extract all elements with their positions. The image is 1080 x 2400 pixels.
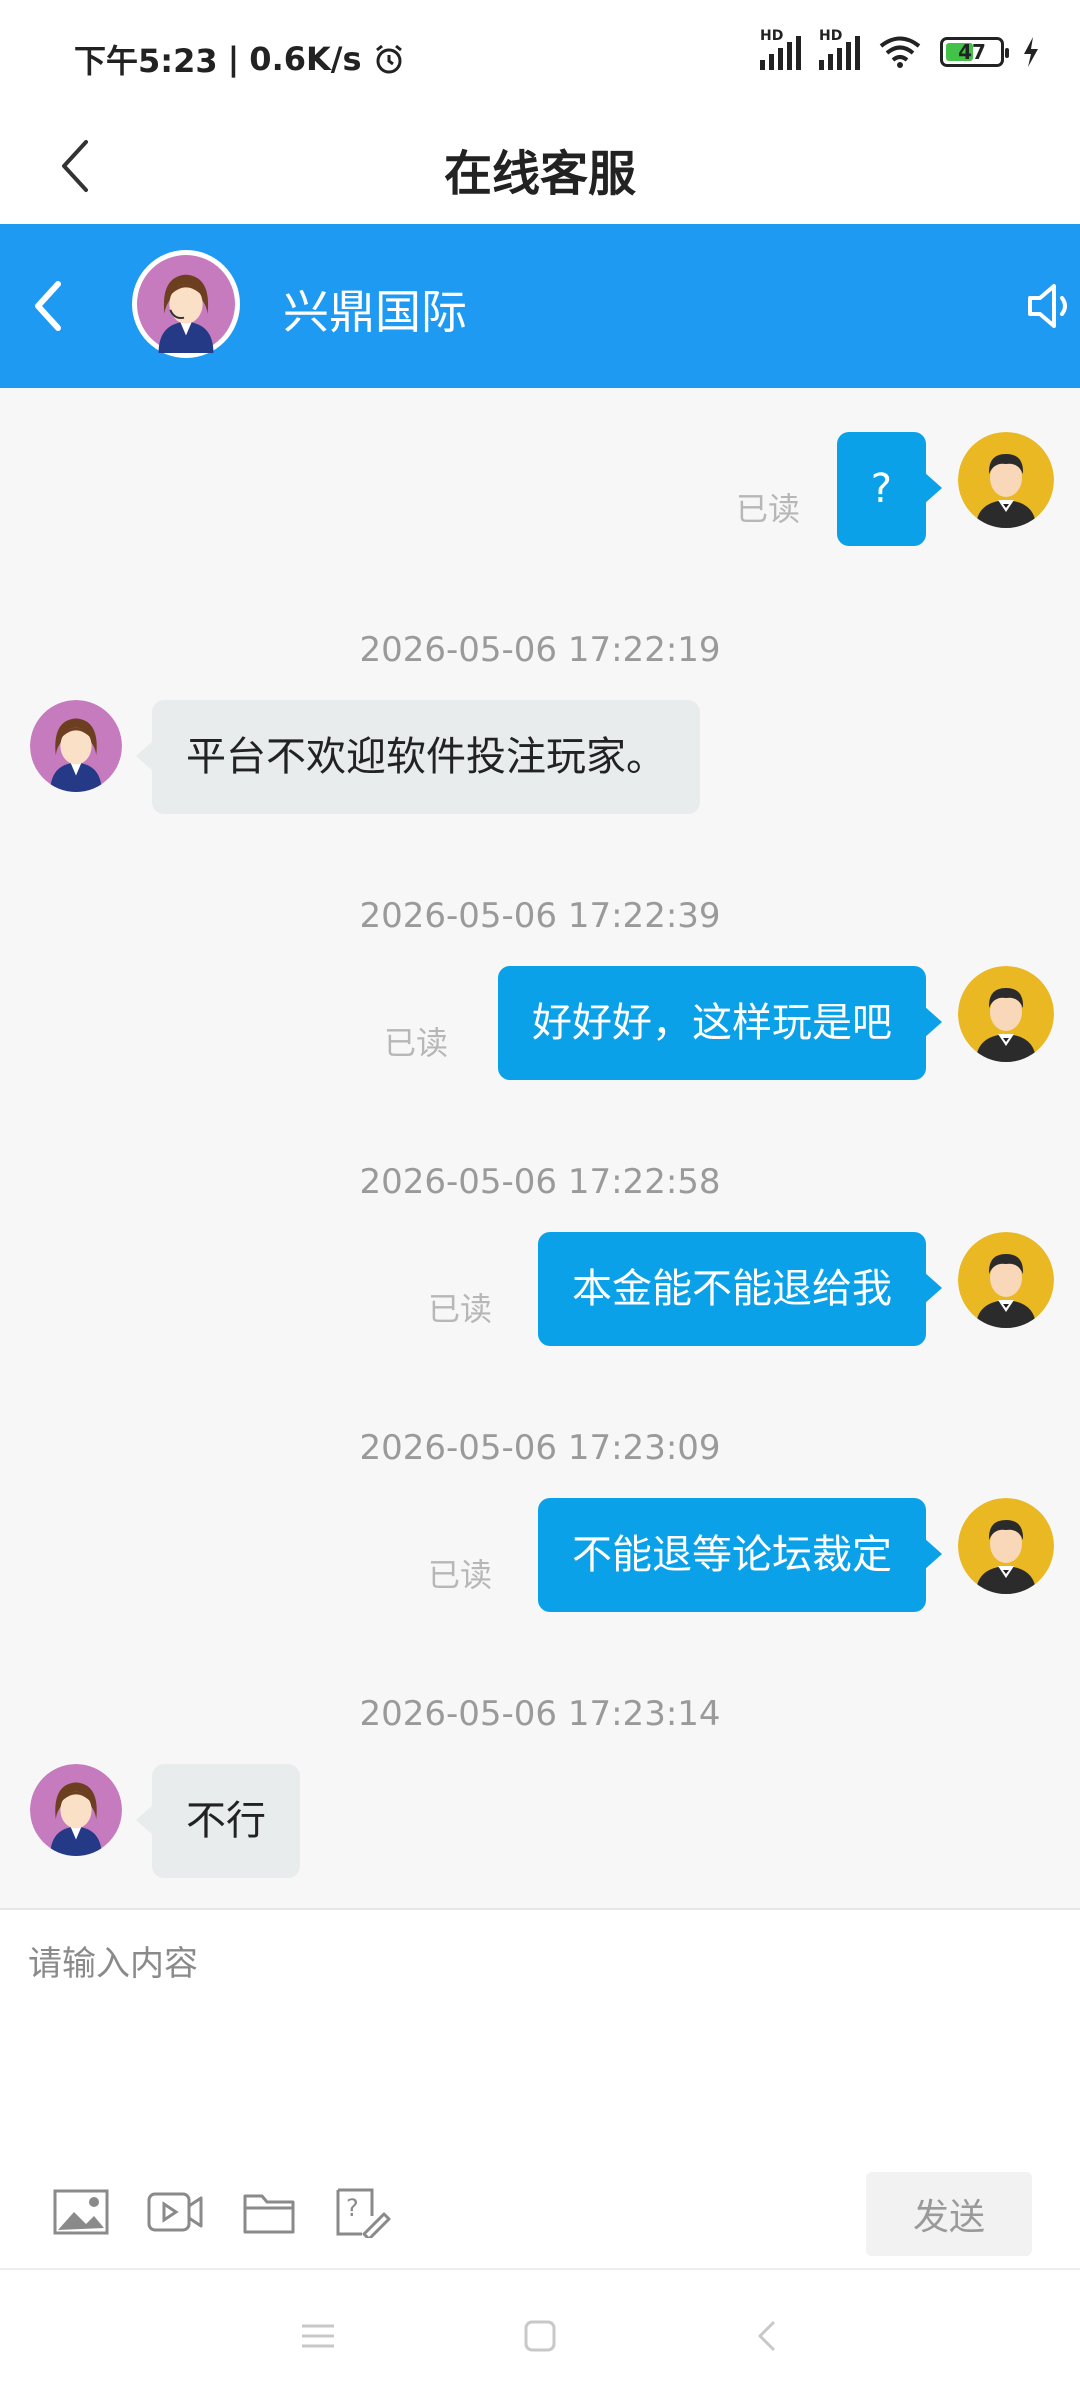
- message-timestamp: 2026-05-06 17:23:09: [359, 1428, 721, 1468]
- message-bubble-outgoing[interactable]: 不能退等论坛裁定: [538, 1498, 942, 1612]
- user-avatar: [958, 1232, 1054, 1328]
- signal-icon-2: HD: [819, 28, 860, 70]
- contact-name: 兴鼎国际: [283, 285, 467, 339]
- status-right: HD HD 47: [760, 28, 1040, 70]
- message-bubble-outgoing[interactable]: 本金能不能退给我: [538, 1232, 942, 1346]
- message-bubble-outgoing[interactable]: ?: [836, 432, 943, 546]
- user-avatar: [958, 1498, 1054, 1594]
- message-timestamp: 2026-05-06 17:22:39: [359, 896, 721, 936]
- battery-icon: 47: [940, 37, 1009, 67]
- title-bar: 在线客服: [0, 110, 1080, 224]
- message-bubble-incoming[interactable]: 不行: [136, 1764, 300, 1878]
- read-status: 已读: [736, 490, 801, 528]
- message-timestamp: 2026-05-06 17:22:04: [0, 388, 1080, 396]
- charging-icon: [1024, 37, 1038, 67]
- status-time: 下午5:23: [74, 42, 218, 80]
- image-icon[interactable]: [52, 2186, 110, 2238]
- status-bar: 下午5:23 | 0.6K/s HD HD 47: [0, 0, 1080, 110]
- back-nav-icon[interactable]: [746, 2314, 790, 2358]
- user-avatar: [958, 966, 1054, 1062]
- read-status: 已读: [428, 1556, 493, 1594]
- alarm-icon: [375, 44, 402, 74]
- chat-area[interactable]: 2026-05-06 17:22:04 已读 ? 2026-05-06 17:2…: [0, 388, 1080, 1908]
- read-status: 已读: [428, 1290, 493, 1328]
- contact-avatar: [132, 250, 240, 358]
- folder-icon[interactable]: [240, 2186, 298, 2238]
- chat-back-icon[interactable]: [26, 274, 76, 338]
- hd-label: HD: [760, 28, 784, 44]
- user-avatar: [958, 432, 1054, 528]
- message-bubble-incoming[interactable]: 平台不欢迎软件投注玩家。: [136, 700, 700, 814]
- agent-avatar: [30, 700, 122, 792]
- message-input[interactable]: 请输入内容: [28, 1936, 198, 1985]
- system-nav-bar: [0, 2268, 1080, 2400]
- chat-header: 兴鼎国际: [0, 224, 1080, 388]
- message-timestamp: 2026-05-06 17:22:58: [359, 1162, 721, 1202]
- svg-text:?: ?: [346, 2194, 359, 2222]
- video-icon[interactable]: [146, 2186, 204, 2238]
- status-separator: |: [227, 40, 240, 78]
- message-bubble-outgoing[interactable]: 好好好，这样玩是吧: [498, 966, 942, 1080]
- send-button[interactable]: 发送: [866, 2172, 1032, 2256]
- speaker-icon[interactable]: [1024, 278, 1080, 334]
- message-timestamp: 2026-05-06 17:23:14: [359, 1694, 721, 1734]
- read-status: 已读: [384, 1024, 449, 1062]
- hd-label: HD: [819, 28, 843, 44]
- signal-icon-1: HD: [760, 28, 801, 70]
- message-timestamp: 2026-05-06 17:22:19: [359, 630, 721, 670]
- agent-avatar: [30, 1764, 122, 1856]
- status-left: 下午5:23 | 0.6K/s: [74, 36, 406, 82]
- input-area: 请输入内容 ? 发送: [0, 1908, 1080, 2268]
- faq-icon[interactable]: ?: [334, 2186, 392, 2238]
- status-speed: 0.6K/s: [249, 40, 362, 78]
- battery-level: 47: [958, 40, 986, 64]
- menu-nav-icon[interactable]: [296, 2314, 340, 2358]
- wifi-icon: [879, 36, 921, 68]
- page-title: 在线客服: [443, 146, 636, 202]
- home-nav-icon[interactable]: [518, 2314, 562, 2358]
